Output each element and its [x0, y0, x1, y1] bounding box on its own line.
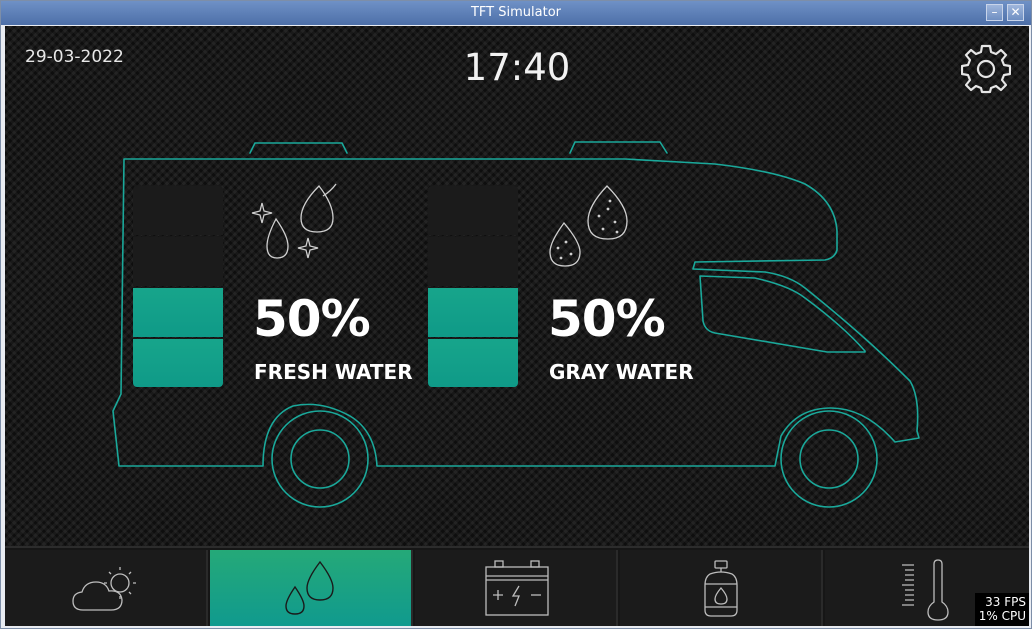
fresh-water-drops-icon	[251, 183, 337, 259]
nav-temperature[interactable]: 33 FPS 1% CPU	[825, 550, 1029, 626]
fresh-water-percent: 50%	[253, 290, 371, 348]
fresh-water-tank-gauge	[133, 186, 223, 387]
device-screen: 29-03-2022 17:40 50% FRESH WATER 50% GRA…	[5, 26, 1029, 626]
weather-icon	[72, 567, 136, 611]
nav-water[interactable]	[210, 550, 413, 626]
bottom-navbar: 33 FPS 1% CPU	[5, 546, 1029, 626]
gray-water-tank-gauge	[428, 186, 518, 387]
nav-weather[interactable]	[5, 550, 208, 626]
gray-water-label: GRAY WATER	[549, 360, 694, 384]
fps-counter: 33 FPS	[985, 595, 1026, 609]
gas-bottle-icon	[704, 560, 738, 617]
window-title: TFT Simulator	[470, 5, 561, 20]
minimize-icon[interactable]: –	[986, 4, 1003, 21]
nav-battery[interactable]	[415, 550, 618, 626]
simulator-window: TFT Simulator – ✕ 29-03-2022 17:40 50% F…	[0, 0, 1032, 629]
battery-icon	[485, 560, 549, 616]
cpu-usage: 1% CPU	[978, 609, 1026, 623]
water-icon	[285, 560, 334, 615]
gray-water-percent: 50%	[548, 290, 666, 348]
title-bar[interactable]: TFT Simulator – ✕	[1, 1, 1031, 25]
close-icon[interactable]: ✕	[1007, 4, 1024, 21]
fresh-water-label: FRESH WATER	[254, 360, 413, 384]
gray-water-drops-icon	[549, 185, 628, 267]
nav-gas[interactable]	[620, 550, 823, 626]
performance-overlay: 33 FPS 1% CPU	[974, 593, 1029, 626]
